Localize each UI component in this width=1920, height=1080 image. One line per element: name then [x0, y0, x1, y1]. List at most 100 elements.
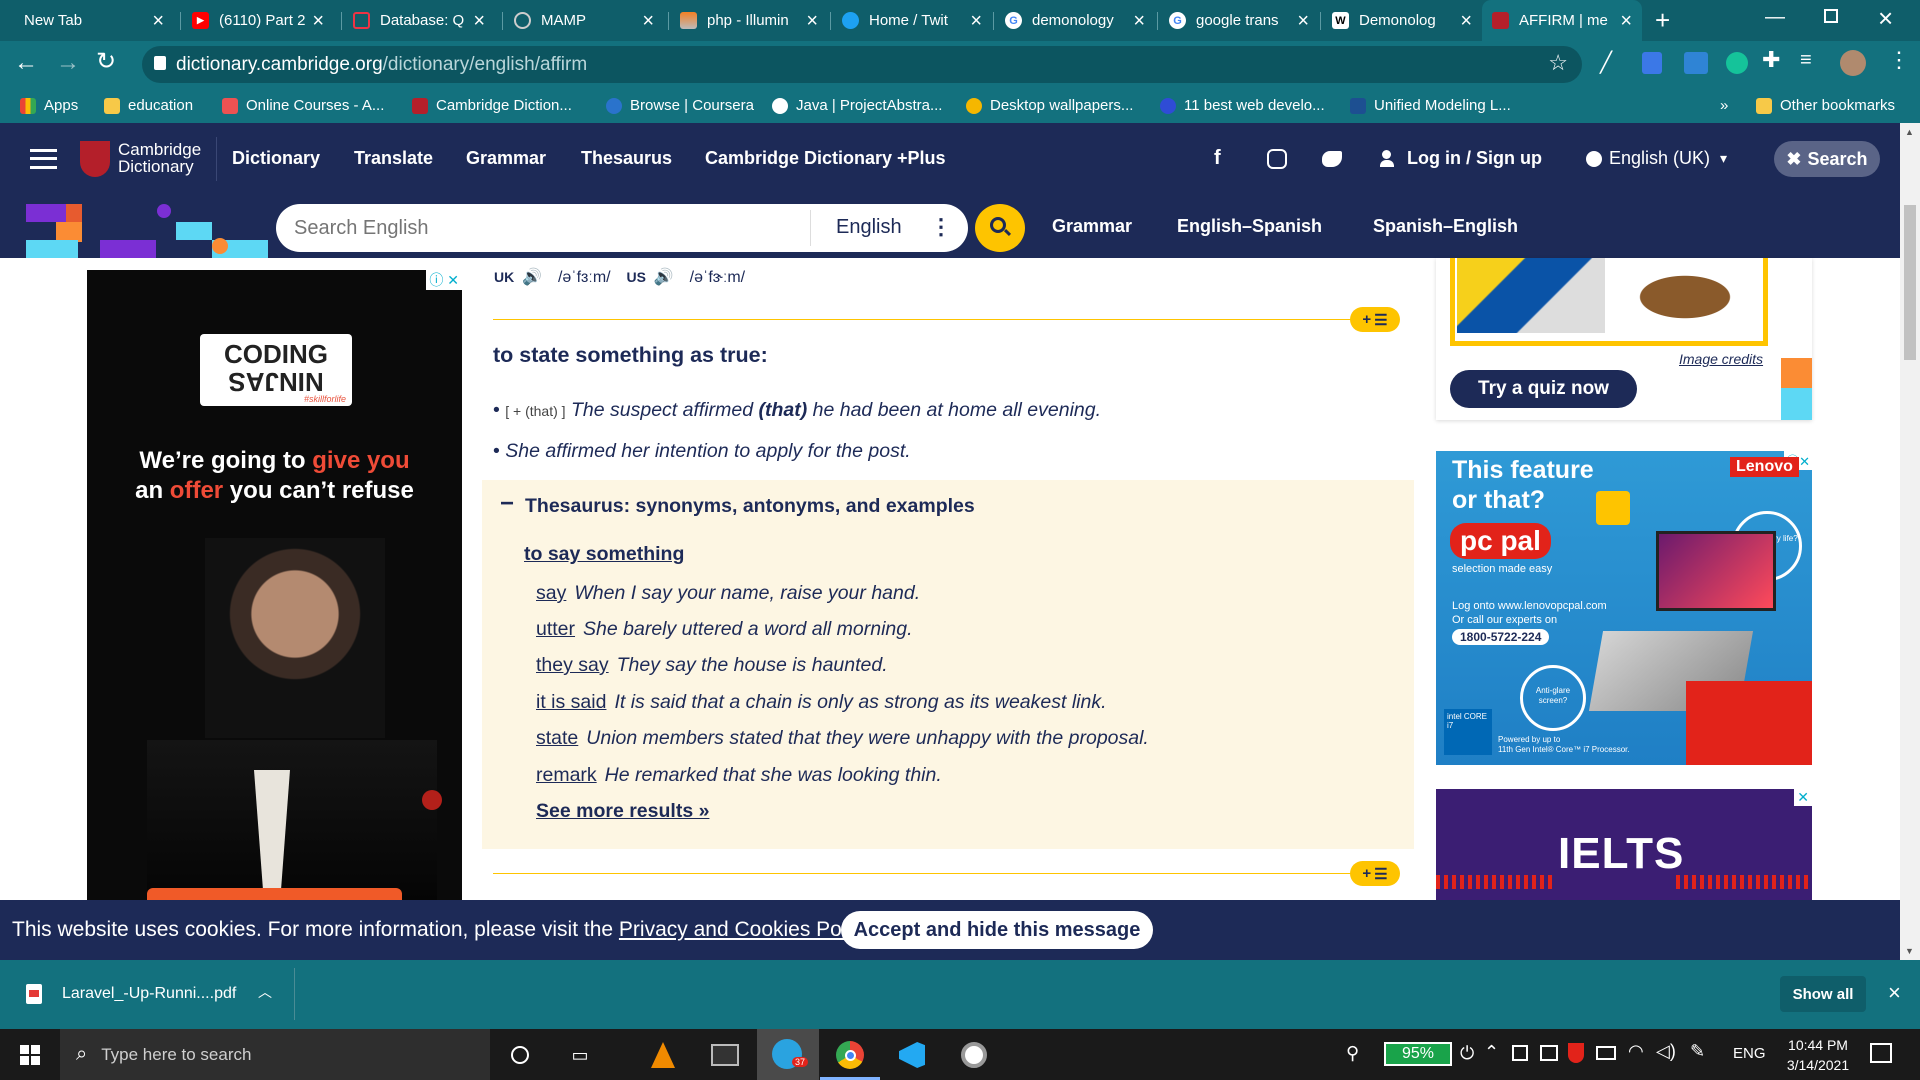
close-icon[interactable]: ×: [1133, 11, 1145, 31]
synonym-link[interactable]: it is said: [536, 691, 606, 713]
reading-list-icon[interactable]: ≡: [1800, 49, 1812, 72]
reload-icon[interactable]: ↻: [96, 47, 116, 76]
close-icon[interactable]: ×: [1888, 980, 1901, 1006]
nav-dictionary[interactable]: Dictionary: [232, 123, 320, 194]
browser-tab[interactable]: W Demonolog ×: [1322, 0, 1482, 41]
nav-plus[interactable]: Cambridge Dictionary +Plus: [705, 123, 946, 194]
close-window-button[interactable]: ×: [1878, 3, 1893, 34]
browser-tab[interactable]: Database: Q ×: [343, 0, 495, 41]
bookmark-item[interactable]: Cambridge Diction...: [412, 88, 572, 123]
taskbar-search[interactable]: ⌕ Type here to search: [60, 1029, 490, 1080]
bookmark-item[interactable]: Desktop wallpapers...: [966, 88, 1133, 123]
ad-choices-icon[interactable]: ⓘ ✕: [426, 270, 462, 290]
browser-tab[interactable]: G demonology ×: [995, 0, 1155, 41]
search-input[interactable]: [294, 212, 794, 244]
address-bar[interactable]: dictionary.cambridge.org/dictionary/engl…: [142, 46, 1582, 83]
battery-icon[interactable]: [1596, 1046, 1616, 1060]
browser-tab[interactable]: php - Illumin ×: [670, 0, 828, 41]
close-icon[interactable]: ×: [1620, 11, 1632, 31]
image-credits-link[interactable]: Image credits: [1679, 351, 1763, 367]
browser-tab[interactable]: MAMP ×: [504, 0, 664, 41]
page-scrollbar[interactable]: ▲ ▼: [1900, 123, 1920, 960]
extension-icon[interactable]: [1684, 52, 1708, 74]
search-submit-button[interactable]: [975, 204, 1025, 252]
see-more-link[interactable]: See more results »: [536, 800, 709, 823]
synonym-link[interactable]: utter: [536, 618, 575, 640]
grammarly-icon[interactable]: [1726, 52, 1748, 74]
close-icon[interactable]: ×: [1297, 11, 1309, 31]
cambridge-crest-icon[interactable]: [80, 141, 110, 177]
show-all-button[interactable]: Show all: [1780, 976, 1866, 1012]
twitter-icon[interactable]: [1322, 151, 1342, 167]
close-icon[interactable]: ×: [806, 11, 818, 31]
close-icon[interactable]: ×: [970, 11, 982, 31]
menu-kebab-icon[interactable]: ⋮: [1888, 47, 1910, 73]
cortana-icon[interactable]: [502, 1037, 538, 1073]
collapse-icon[interactable]: −: [500, 490, 514, 518]
subnav-grammar[interactable]: Grammar: [1052, 194, 1132, 258]
telegram-task[interactable]: 37: [757, 1029, 819, 1080]
thesaurus-title[interactable]: Thesaurus: synonyms, antonyms, and examp…: [525, 495, 975, 518]
terminal-icon[interactable]: [707, 1037, 743, 1073]
ielts-advertisement[interactable]: ✕ IELTS: [1436, 789, 1812, 900]
nav-thesaurus[interactable]: Thesaurus: [581, 123, 672, 194]
avatar[interactable]: [1840, 50, 1866, 76]
synonym-link[interactable]: they say: [536, 654, 609, 676]
wifi-icon[interactable]: ◠: [1628, 1041, 1644, 1062]
battery-indicator[interactable]: 95%: [1384, 1042, 1452, 1066]
chevron-up-icon[interactable]: ︿: [258, 982, 272, 1002]
close-icon[interactable]: ×: [312, 11, 324, 31]
clock[interactable]: 10:44 PM 3/14/2021: [1778, 1035, 1858, 1075]
speaker-icon[interactable]: 🔊: [654, 269, 674, 286]
new-tab-button[interactable]: +: [1655, 5, 1670, 36]
add-to-list-button[interactable]: + ☰: [1350, 861, 1400, 886]
input-language[interactable]: ENG: [1733, 1045, 1766, 1062]
bookmark-item[interactable]: Java | ProjectAbstra...: [772, 88, 942, 123]
dictionary-selector[interactable]: English: [836, 216, 902, 239]
synonym-link[interactable]: say: [536, 582, 566, 604]
windows-start-icon[interactable]: [20, 1045, 40, 1065]
chrome-icon[interactable]: [832, 1037, 868, 1073]
browser-tab[interactable]: ▶ (6110) Part 2 ×: [182, 0, 334, 41]
chevron-up-icon[interactable]: ⌃: [1484, 1042, 1499, 1063]
browser-tab-active[interactable]: AFFIRM | me ×: [1482, 0, 1642, 41]
pen-icon[interactable]: ✎: [1690, 1041, 1705, 1062]
vscode-icon[interactable]: [894, 1037, 930, 1073]
browser-tab[interactable]: G google trans ×: [1159, 0, 1319, 41]
scroll-up-arrow-icon[interactable]: ▲: [1905, 127, 1914, 137]
scroll-down-arrow-icon[interactable]: ▼: [1905, 946, 1914, 956]
close-icon[interactable]: ×: [473, 11, 485, 31]
facebook-icon[interactable]: f: [1214, 123, 1221, 194]
github-desktop-icon[interactable]: [956, 1037, 992, 1073]
kebab-icon[interactable]: ⋮: [930, 214, 952, 240]
other-bookmarks[interactable]: Other bookmarks: [1756, 88, 1895, 123]
tray-icon[interactable]: [1540, 1045, 1558, 1061]
close-icon[interactable]: ×: [152, 11, 164, 31]
star-icon[interactable]: ☆: [1548, 50, 1568, 76]
forward-arrow-icon[interactable]: →: [56, 49, 80, 77]
close-icon[interactable]: ×: [642, 11, 654, 31]
left-advertisement[interactable]: ⓘ ✕ CODING NINJAS #skillforlife We’re go…: [87, 270, 462, 900]
bookmark-item[interactable]: Unified Modeling L...: [1350, 88, 1511, 123]
task-view-icon[interactable]: ▭: [562, 1037, 598, 1073]
minimize-button[interactable]: —: [1765, 6, 1785, 29]
thesaurus-subtitle[interactable]: to say something: [524, 543, 684, 566]
nav-translate[interactable]: Translate: [354, 123, 433, 194]
bookmark-item[interactable]: Apps: [20, 88, 78, 123]
bookmark-item[interactable]: Browse | Coursera: [606, 88, 754, 123]
volume-icon[interactable]: ◁): [1656, 1041, 1676, 1062]
vlc-icon[interactable]: [645, 1037, 681, 1073]
back-arrow-icon[interactable]: ←: [14, 49, 38, 77]
language-selector[interactable]: English (UK) ▾: [1609, 123, 1727, 194]
browser-tab[interactable]: Home / Twit ×: [832, 0, 992, 41]
speaker-icon[interactable]: 🔊: [522, 269, 542, 286]
accept-cookies-button[interactable]: Accept and hide this message: [841, 911, 1153, 949]
synonym-link[interactable]: remark: [536, 764, 597, 786]
cta-button-edge[interactable]: [147, 888, 402, 900]
download-filename[interactable]: Laravel_-Up-Runni....pdf: [62, 985, 236, 1003]
scrollbar-thumb[interactable]: [1904, 205, 1916, 360]
people-icon[interactable]: ⚲: [1346, 1043, 1359, 1064]
action-center-icon[interactable]: [1870, 1043, 1892, 1063]
site-logo[interactable]: Cambridge Dictionary: [118, 141, 201, 175]
ad-close-icon[interactable]: ✕: [1794, 789, 1812, 806]
